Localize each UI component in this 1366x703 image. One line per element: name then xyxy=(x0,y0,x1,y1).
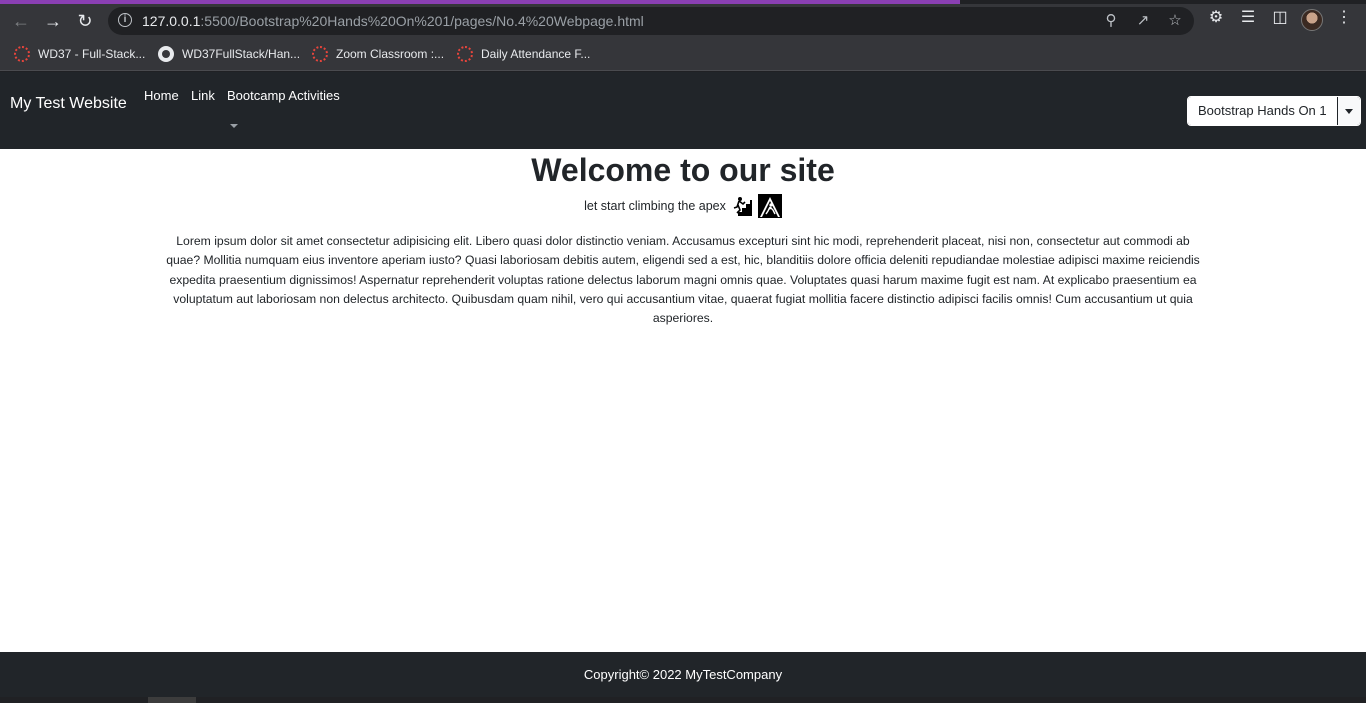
loading-favicon-icon xyxy=(457,46,473,62)
address-bar[interactable]: i 127.0.0.1:5500/Bootstrap%20Hands%20On%… xyxy=(108,7,1194,35)
profile-avatar[interactable] xyxy=(1301,9,1323,31)
url-path: :5500/Bootstrap%20Hands%20On%201/pages/N… xyxy=(200,13,644,29)
dropdown-caret-icon[interactable] xyxy=(230,124,238,128)
nav-link-link[interactable]: Link xyxy=(191,88,215,103)
forward-arrow-icon[interactable]: → xyxy=(40,8,66,34)
mountain-climber-icon xyxy=(757,194,782,218)
page-title: Welcome to our site xyxy=(531,152,835,188)
site-footer: Copyright© 2022 MyTestCompany xyxy=(0,652,1366,697)
site-info-icon[interactable]: i xyxy=(118,13,132,27)
copyright-text: Copyright© 2022 MyTestCompany xyxy=(583,667,783,682)
url-host: 127.0.0.1 xyxy=(142,13,201,29)
tagline-text: let start climbing the apex xyxy=(584,199,726,213)
intro-paragraph: Lorem ipsum dolor sit amet consectetur a… xyxy=(166,234,1200,326)
zoom-icon[interactable]: ⚲ xyxy=(1102,12,1120,30)
taskbar-strip xyxy=(0,697,1366,703)
tagline: let start climbing the apex xyxy=(0,194,1366,218)
browser-toolbar: ← → ↻ i 127.0.0.1:5500/Bootstrap%20Hands… xyxy=(0,4,1366,38)
site-navbar: My Test Website Home Link Bootcamp Activ… xyxy=(0,72,1366,149)
side-panel-icon[interactable]: ◫ xyxy=(1270,8,1290,28)
split-button-main[interactable]: Bootstrap Hands On 1 xyxy=(1188,97,1337,125)
nav-link-home[interactable]: Home xyxy=(144,88,179,103)
web-page: My Test Website Home Link Bootcamp Activ… xyxy=(0,72,1366,703)
stair-climbing-icon xyxy=(729,194,754,218)
share-icon[interactable]: ↗ xyxy=(1134,12,1152,30)
split-dropdown-button[interactable]: Bootstrap Hands On 1 xyxy=(1187,96,1361,126)
bookmark-star-icon[interactable]: ☆ xyxy=(1166,12,1184,30)
loading-favicon-icon xyxy=(312,46,328,62)
bookmark-label: Daily Attendance F... xyxy=(481,47,591,61)
more-menu-icon[interactable]: ⋮ xyxy=(1334,8,1354,28)
bookmark-item[interactable]: Zoom Classroom :... xyxy=(312,45,444,63)
bookmark-item[interactable]: Daily Attendance F... xyxy=(457,45,590,63)
taskbar-item[interactable] xyxy=(148,697,196,703)
bookmark-label: Zoom Classroom :... xyxy=(336,47,445,61)
bookmark-item[interactable]: WD37 - Full-Stack... xyxy=(14,45,145,63)
back-arrow-icon[interactable]: ← xyxy=(8,8,34,34)
loading-favicon-icon xyxy=(14,46,30,62)
extensions-icon[interactable]: ⚙ xyxy=(1206,8,1226,28)
media-queue-icon[interactable]: ☰ xyxy=(1238,8,1258,28)
bookmark-label: WD37FullStack/Han... xyxy=(182,47,301,61)
bookmarks-bar: WD37 - Full-Stack... WD37FullStack/Han..… xyxy=(0,38,1366,71)
bookmark-label: WD37 - Full-Stack... xyxy=(38,47,146,61)
url-text[interactable]: 127.0.0.1:5500/Bootstrap%20Hands%20On%20… xyxy=(142,13,644,29)
split-button-toggle-caret-icon[interactable] xyxy=(1336,97,1360,125)
navbar-brand[interactable]: My Test Website xyxy=(10,95,127,113)
nav-link-bootcamp-activities[interactable]: Bootcamp Activities xyxy=(227,88,340,103)
github-icon xyxy=(158,46,174,62)
reload-icon[interactable]: ↻ xyxy=(72,8,98,34)
bookmark-item[interactable]: WD37FullStack/Han... xyxy=(158,45,300,63)
